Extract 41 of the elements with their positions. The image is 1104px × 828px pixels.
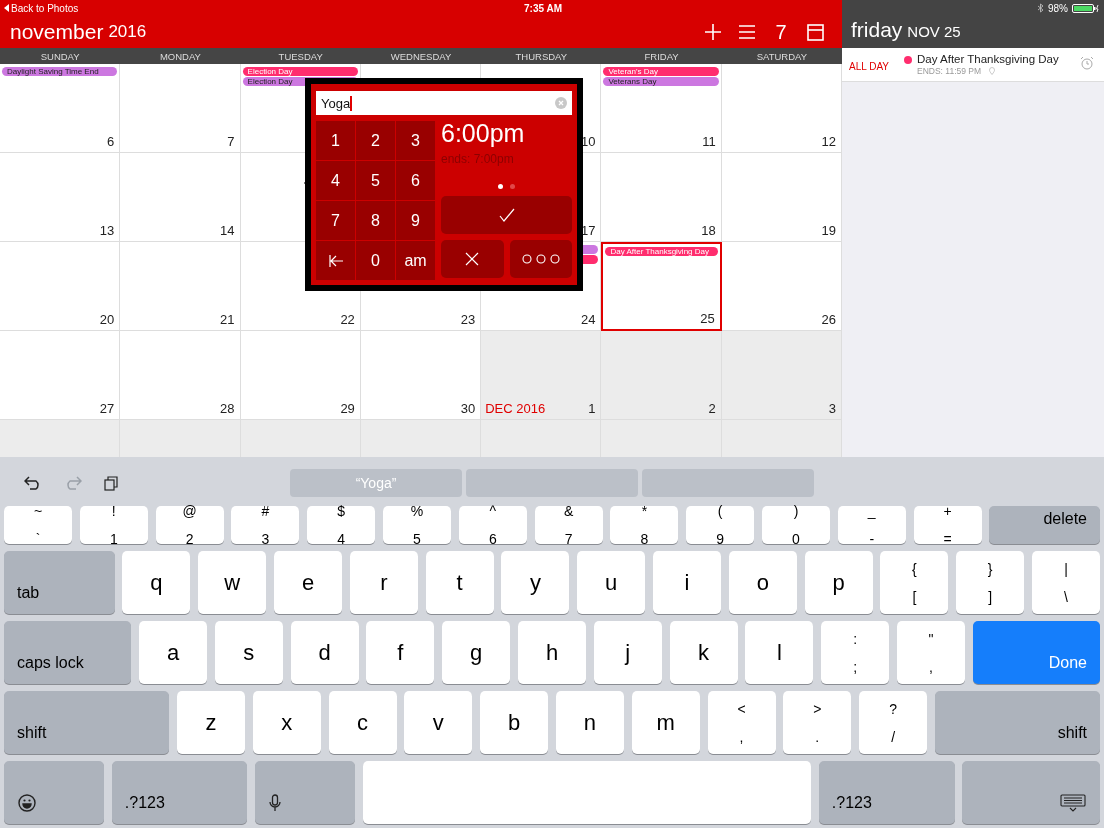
date-title: NOV 25	[907, 23, 961, 40]
day-number: 14	[220, 223, 235, 238]
day-number: 25	[700, 311, 715, 326]
battery-percent: 98%	[1048, 2, 1068, 14]
month-label: DEC 2016	[484, 401, 546, 416]
day-number: 28	[220, 401, 235, 416]
day-number: 18	[701, 223, 716, 238]
day-number: 13	[99, 223, 115, 238]
event-end-time: ENDS: 11:59 PM	[917, 66, 982, 76]
day-number: 2	[708, 401, 716, 416]
month-title: november	[10, 20, 104, 44]
day-number: 1	[588, 401, 596, 416]
day-number: 12	[821, 134, 836, 149]
day-number: 22	[340, 312, 355, 327]
start-time: 6:00pm	[441, 118, 526, 148]
weekday-label: SATURDAY	[755, 50, 808, 62]
weekday-label: TUESDAY	[277, 50, 324, 62]
year-title: 2016	[108, 22, 147, 42]
day-number: 19	[821, 223, 836, 238]
status-time: 7:35 AM	[524, 2, 562, 14]
day-number: 6	[107, 134, 115, 149]
weekday-label: MONDAY	[158, 50, 202, 62]
day-number: 27	[99, 401, 115, 416]
day-number: 23	[460, 312, 476, 327]
day-number: 21	[220, 312, 235, 327]
weekday-label: FRIDAY	[643, 50, 680, 62]
weekday-label: SUNDAY	[39, 50, 81, 62]
weekday-label: WEDNESDAY	[389, 50, 453, 62]
day-number: 29	[340, 401, 355, 416]
day-number: 3	[828, 401, 836, 416]
end-time: ends: 7:00pm	[441, 152, 515, 166]
day-number: 11	[702, 134, 716, 149]
day-number: 24	[580, 312, 596, 327]
event-title: Day After Thanksgiving Day	[917, 53, 1060, 65]
day-number: 20	[99, 312, 115, 327]
day-number: 26	[821, 312, 836, 327]
day-number: 7	[227, 134, 235, 149]
day-title: friday	[851, 18, 903, 42]
weekday-label: THURSDAY	[514, 50, 569, 62]
all-day-label: ALL DAY	[849, 61, 891, 72]
day-number: 30	[460, 401, 476, 416]
